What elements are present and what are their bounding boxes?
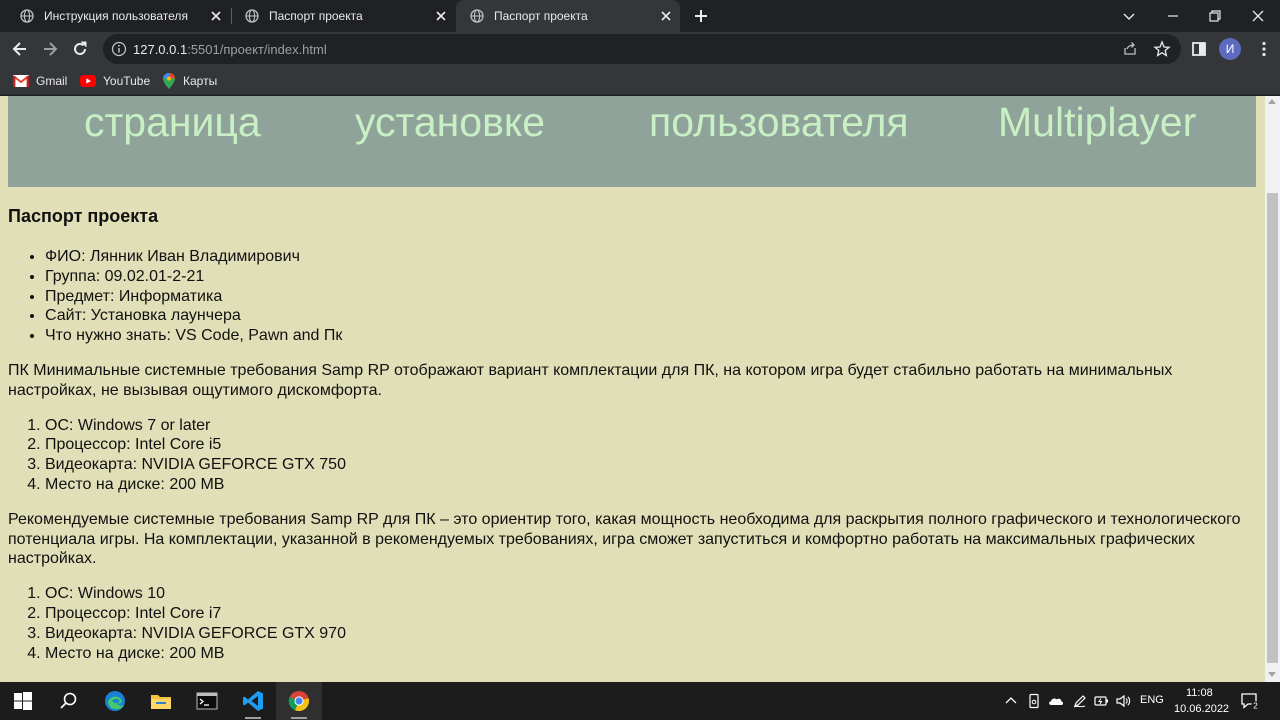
tab-title: Паспорт проекта xyxy=(269,9,363,23)
list-item: Процессор: Intel Core i7 xyxy=(45,604,1253,624)
close-tab-icon[interactable] xyxy=(433,8,449,24)
tab-title: Паспорт проекта xyxy=(494,9,588,23)
restore-icon[interactable] xyxy=(1205,6,1225,26)
taskbar-edge[interactable] xyxy=(92,682,138,720)
clock-time[interactable]: 11:08 xyxy=(1186,687,1213,699)
profile-avatar[interactable]: И xyxy=(1219,38,1241,60)
hero-word: установке xyxy=(355,99,546,145)
power-plug-icon[interactable] xyxy=(1094,693,1110,709)
rec-requirements-list: ОС: Windows 10 Процессор: Intel Core i7 … xyxy=(8,584,1253,663)
taskbar-terminal[interactable] xyxy=(184,682,230,720)
bookmarks-bar: Gmail YouTube Карты xyxy=(0,66,1280,95)
list-item: ФИО: Лянник Иван Владимирович xyxy=(45,247,1253,267)
scroll-down-arrow-icon[interactable] xyxy=(1268,672,1276,677)
url-path: :5501/проект/index.html xyxy=(187,42,327,57)
menu-kebab-icon[interactable] xyxy=(1254,39,1274,59)
tab-strip: Инструкция пользователя Паспорт проекта … xyxy=(0,0,1280,32)
globe-icon xyxy=(470,9,484,23)
rec-requirements-paragraph: Рекомендуемые системные требования Samp … xyxy=(8,510,1241,568)
onedrive-cloud-icon[interactable] xyxy=(1048,693,1064,709)
bookmark-gmail[interactable]: Gmail xyxy=(13,71,67,91)
youtube-icon xyxy=(80,75,96,87)
min-requirements-list: ОС: Windows 7 or later Процессор: Intel … xyxy=(8,416,1253,495)
start-button[interactable] xyxy=(0,682,46,720)
new-tab-plus-icon[interactable] xyxy=(692,7,710,25)
url-text[interactable]: 127.0.0.1:5501/проект/index.html xyxy=(133,42,327,57)
page-viewport: страница установке пользователя Multipla… xyxy=(0,96,1265,682)
tab-instruction[interactable]: Инструкция пользователя xyxy=(6,0,230,32)
bookmark-label: Карты xyxy=(183,74,218,88)
tab-passport-active[interactable]: Паспорт проекта xyxy=(456,0,680,32)
scrollbar-thumb[interactable] xyxy=(1267,193,1278,663)
page-title: Паспорт проекта xyxy=(8,206,159,226)
bookmark-youtube[interactable]: YouTube xyxy=(80,71,150,91)
hero-word: Multiplayer xyxy=(998,99,1197,145)
notification-center-icon[interactable]: 2 xyxy=(1240,692,1260,710)
bookmark-label: Gmail xyxy=(36,74,68,88)
reload-icon[interactable] xyxy=(70,39,90,59)
gmail-icon xyxy=(13,75,29,87)
list-item: Предмет: Информатика xyxy=(45,287,1253,307)
taskbar-file-explorer[interactable] xyxy=(138,682,184,720)
globe-icon xyxy=(20,9,34,23)
taskbar-search-button[interactable] xyxy=(46,682,92,720)
list-item: ОС: Windows 7 or later xyxy=(45,416,1253,436)
list-item: ОС: Windows 10 xyxy=(45,584,1253,604)
device-icon[interactable] xyxy=(1026,693,1042,709)
input-language[interactable]: ENG xyxy=(1140,694,1164,706)
hero-word: страница xyxy=(84,99,261,145)
maps-pin-icon xyxy=(163,73,175,89)
forward-arrow-icon[interactable] xyxy=(40,39,60,59)
site-info-icon[interactable] xyxy=(111,41,127,57)
min-requirements-paragraph: ПК Минимальные системные требования Samp… xyxy=(8,361,1173,399)
url-host: 127.0.0.1 xyxy=(133,42,188,57)
tab-search-chevron-icon[interactable] xyxy=(1119,6,1139,26)
edge-browser-icon xyxy=(105,691,125,711)
list-item: Что нужно знать: VS Code, Pawn and Пк xyxy=(45,326,1253,346)
clock-date[interactable]: 10.06.2022 xyxy=(1174,703,1229,715)
list-item: Видеокарта: NVIDIA GEFORCE GTX 970 xyxy=(45,624,1253,644)
address-bar[interactable]: 127.0.0.1:5501/проект/index.html xyxy=(103,34,1181,64)
pen-workspace-icon[interactable] xyxy=(1072,693,1088,709)
bookmark-star-icon[interactable] xyxy=(1153,40,1171,58)
notification-count: 2 xyxy=(1253,701,1258,710)
close-tab-icon[interactable] xyxy=(658,8,674,24)
minimize-icon[interactable] xyxy=(1163,6,1183,26)
windows-logo-icon xyxy=(14,692,32,710)
page-content: Паспорт проекта ФИО: Лянник Иван Владими… xyxy=(8,205,1253,678)
folder-icon xyxy=(151,695,171,709)
tab-passport-1[interactable]: Паспорт проекта xyxy=(231,0,455,32)
taskbar-chrome[interactable] xyxy=(276,682,322,720)
hero-word: пользователя xyxy=(649,99,909,145)
tab-title: Инструкция пользователя xyxy=(44,9,188,23)
passport-list: ФИО: Лянник Иван Владимирович Группа: 09… xyxy=(8,247,1253,346)
side-panel-icon[interactable] xyxy=(1189,39,1209,59)
back-arrow-icon[interactable] xyxy=(10,39,30,59)
list-item: Видеокарта: NVIDIA GEFORCE GTX 750 xyxy=(45,455,1253,475)
show-hidden-icons-chevron-icon[interactable] xyxy=(1003,693,1019,709)
bookmark-label: YouTube xyxy=(103,74,151,88)
browser-toolbar: 127.0.0.1:5501/проект/index.html И xyxy=(0,32,1280,66)
list-item: Место на диске: 200 MB xyxy=(45,644,1253,664)
list-item: Сайт: Установка лаунчера xyxy=(45,306,1253,326)
list-item: Процессор: Intel Core i5 xyxy=(45,435,1253,455)
volume-speaker-icon[interactable] xyxy=(1115,693,1131,709)
vertical-scrollbar[interactable] xyxy=(1265,96,1280,682)
terminal-icon xyxy=(196,692,218,710)
chrome-icon xyxy=(288,691,310,712)
vscode-icon xyxy=(243,691,263,711)
list-item: Место на диске: 200 MB xyxy=(45,475,1253,495)
search-icon xyxy=(60,692,77,709)
close-tab-icon[interactable] xyxy=(208,8,224,24)
taskbar-vscode[interactable] xyxy=(230,682,276,720)
globe-icon xyxy=(245,9,259,23)
scroll-up-arrow-icon[interactable] xyxy=(1268,99,1276,104)
bookmark-maps[interactable]: Карты xyxy=(162,71,217,91)
close-window-icon[interactable] xyxy=(1248,6,1268,26)
windows-taskbar: ENG 11:08 10.06.2022 2 xyxy=(0,682,1280,720)
list-item: Группа: 09.02.01-2-21 xyxy=(45,267,1253,287)
share-icon[interactable] xyxy=(1122,41,1138,57)
hero-banner: страница установке пользователя Multipla… xyxy=(8,96,1256,187)
